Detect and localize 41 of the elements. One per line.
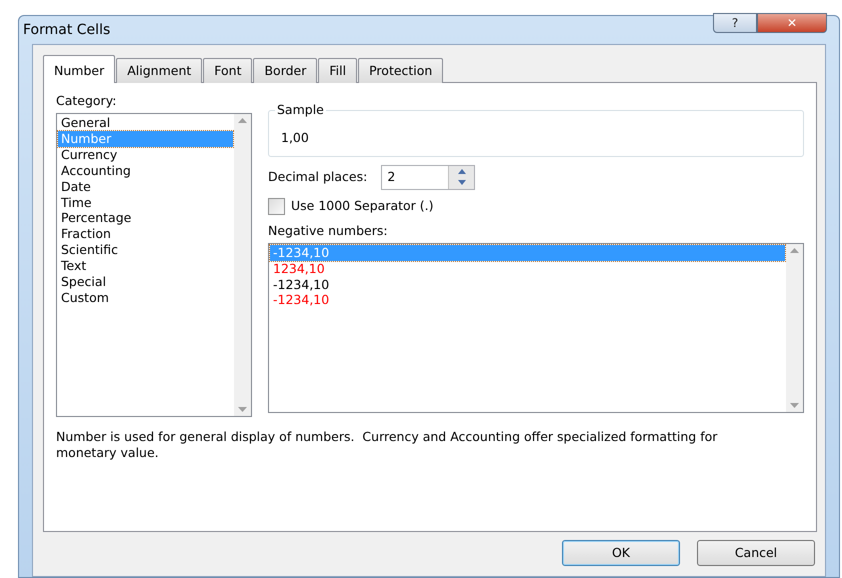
list-item[interactable]: Fraction bbox=[58, 226, 233, 242]
category-list[interactable]: General Number Currency Accounting Date Time Percentage Fraction Scientific Text Special Custom bbox=[56, 113, 252, 417]
tab[interactable]: Alignment bbox=[116, 58, 202, 83]
list-item[interactable]: Date bbox=[58, 178, 233, 195]
sample-value: 1,00 bbox=[281, 130, 309, 145]
negative-numbers-label: Negative numbers: bbox=[268, 222, 389, 239]
list-item[interactable]: Accounting bbox=[58, 162, 233, 179]
tab[interactable]: Fill bbox=[318, 58, 358, 83]
sample-label: Sample bbox=[275, 102, 326, 118]
list-item[interactable]: Time bbox=[58, 194, 233, 210]
list-item[interactable]: 1234,10 bbox=[270, 260, 785, 277]
ok-button[interactable]: OK bbox=[562, 540, 680, 566]
scroll-down-icon[interactable] bbox=[238, 407, 247, 412]
tab[interactable]: Number bbox=[43, 55, 116, 83]
list-item[interactable]: Percentage bbox=[58, 210, 233, 226]
list-item[interactable]: Scientific bbox=[58, 242, 233, 258]
list-item[interactable]: General bbox=[58, 115, 233, 131]
decimal-places-spinner[interactable]: 2 bbox=[381, 164, 476, 190]
list-item[interactable]: Text bbox=[58, 258, 233, 274]
separator-label: Use 1000 Separator (.) bbox=[291, 198, 434, 214]
scroll-up-icon[interactable] bbox=[790, 248, 799, 253]
cancel-button[interactable]: Cancel bbox=[697, 540, 815, 566]
list-item[interactable]: Special bbox=[58, 274, 233, 290]
separator-checkbox[interactable] bbox=[268, 198, 285, 215]
tab[interactable]: Protection bbox=[358, 58, 444, 83]
list-item[interactable]: -1234,10 bbox=[270, 292, 785, 308]
list-item[interactable]: Currency bbox=[58, 146, 233, 163]
scrollbar[interactable] bbox=[234, 114, 251, 416]
description-text: Number is used for general display of numbers. Currency and Accounting offer specialized formatting for monetary value. bbox=[56, 429, 718, 461]
scroll-down-icon[interactable] bbox=[790, 403, 799, 408]
decimal-places-label: Decimal places: bbox=[268, 169, 368, 186]
scroll-up-icon[interactable] bbox=[238, 118, 247, 123]
tab[interactable]: Font bbox=[203, 58, 252, 83]
category-label: Category: bbox=[56, 93, 118, 109]
list-item[interactable]: Custom bbox=[58, 290, 233, 306]
scrollbar[interactable] bbox=[786, 244, 803, 412]
tab[interactable]: Border bbox=[253, 58, 318, 83]
help-button[interactable]: ? bbox=[713, 13, 757, 33]
window-title: Format Cells bbox=[23, 20, 110, 40]
list-item[interactable]: -1234,10 bbox=[270, 276, 785, 292]
negative-numbers-list[interactable]: -1234,10 1234,10 -1234,10 -1234,10 bbox=[268, 242, 804, 413]
